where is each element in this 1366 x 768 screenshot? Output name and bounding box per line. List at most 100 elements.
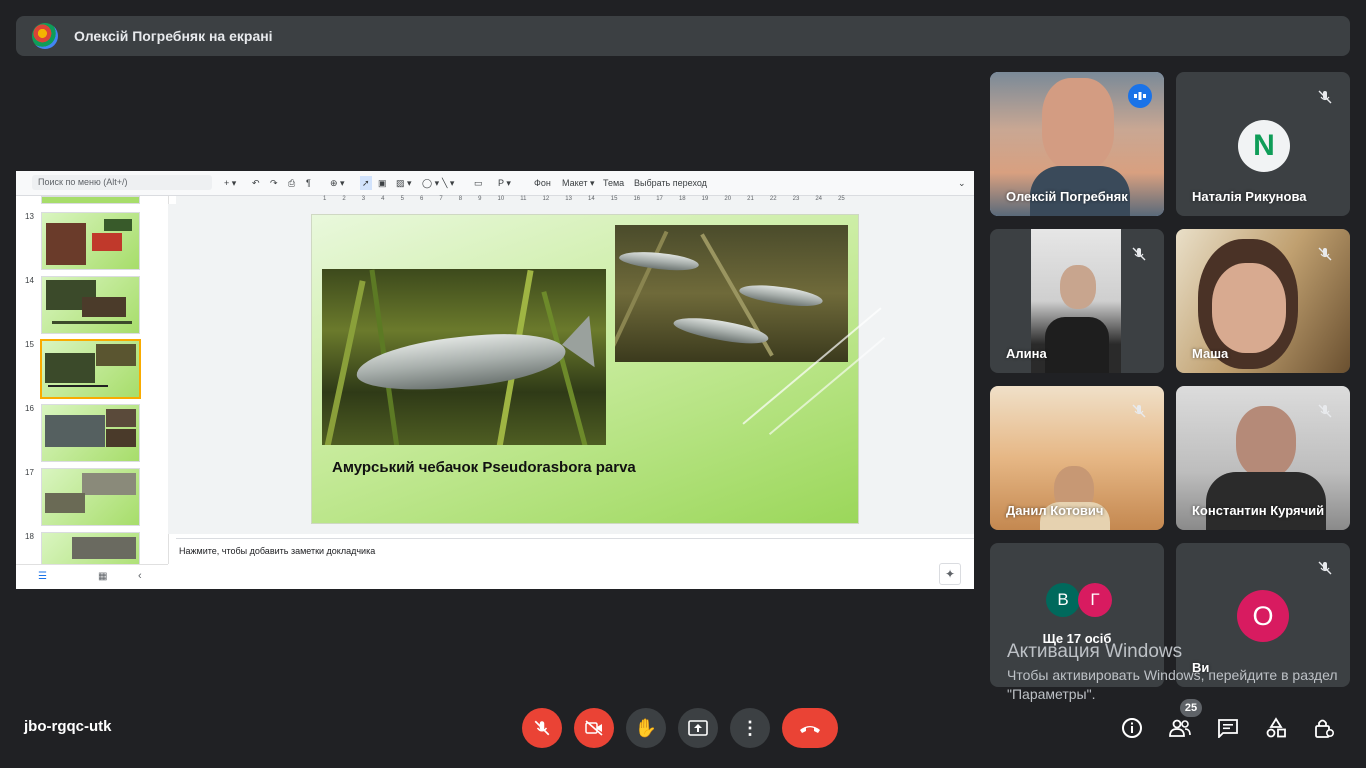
slides-toolbar: Поиск по меню (Alt+/) + ▾ ↶ ↷ ⎙ ¶ ⊕ ▾ ➚ … [16, 171, 974, 196]
text-direction-icon[interactable]: P ▾ [498, 176, 511, 190]
mic-off-icon [1314, 243, 1336, 265]
present-icon [688, 720, 708, 736]
people-button[interactable] [1166, 714, 1194, 742]
slide-caption[interactable]: Амурський чебачок Pseudorasbora parva [332, 459, 636, 476]
ruler-tick: 24 [815, 196, 823, 202]
more-vert-icon: ⋮ [741, 718, 759, 738]
ruler-tick: 19 [701, 196, 709, 202]
ruler-tick: 4 [381, 196, 385, 202]
lock-person-icon [1315, 719, 1335, 738]
camera-toggle-button[interactable] [574, 708, 614, 748]
thumb-number: 16 [25, 404, 34, 413]
participant-avatar: N [1238, 120, 1290, 172]
mic-off-icon [1128, 400, 1150, 422]
thumb-number: 15 [25, 340, 34, 349]
ruler-tick: 2 [342, 196, 346, 202]
participant-tile[interactable]: N Наталія Рикунова [1176, 72, 1350, 216]
mic-off-icon [1314, 557, 1336, 579]
shared-screen[interactable]: Поиск по меню (Alt+/) + ▾ ↶ ↷ ⎙ ¶ ⊕ ▾ ➚ … [16, 171, 974, 589]
grid-view-icon[interactable]: ▦ [98, 571, 107, 582]
layout-button[interactable]: Макет ▾ [562, 176, 595, 190]
present-screen-button[interactable] [678, 708, 718, 748]
chat-icon [1218, 719, 1238, 738]
ruler-tick: 17 [656, 196, 663, 202]
image-icon[interactable]: ▨ ▾ [396, 176, 412, 190]
slide[interactable]: Амурський чебачок Pseudorasbora parva [311, 214, 886, 524]
ruler-tick: 22 [769, 196, 777, 202]
participant-tile[interactable]: Маша [1176, 229, 1350, 373]
background-button[interactable]: Фон [534, 176, 551, 190]
slide-thumbnail[interactable] [41, 404, 140, 462]
mic-off-icon [1314, 400, 1336, 422]
ruler-tick: 14 [588, 196, 595, 202]
activities-icon [1266, 717, 1286, 738]
ruler-tick: 21 [747, 196, 754, 202]
camera-off-icon [585, 720, 603, 736]
select-tool-icon[interactable]: ➚ [360, 176, 372, 190]
mic-off-icon [534, 720, 550, 736]
ruler-tick: 11 [520, 196, 527, 202]
activation-text: Чтобы активировать Windows, перейдите в … [1007, 667, 1338, 702]
text-box-icon[interactable]: ▣ [378, 176, 387, 190]
host-controls-button[interactable] [1310, 714, 1338, 742]
participant-name: Маша [1192, 346, 1229, 361]
slide-thumbnail[interactable] [41, 276, 140, 334]
menu-search-input[interactable]: Поиск по меню (Alt+/) [32, 175, 212, 190]
slide-canvas[interactable]: Амурський чебачок Pseudorasbora parva [176, 204, 974, 534]
line-icon[interactable]: ╲ ▾ [442, 176, 454, 190]
ruler-tick: 20 [724, 196, 732, 202]
ruler-tick: 10 [497, 196, 505, 202]
ruler-tick: 12 [542, 196, 550, 202]
undo-icon[interactable]: ↶ [252, 176, 260, 190]
redo-icon[interactable]: ↷ [270, 176, 278, 190]
leave-call-button[interactable] [782, 708, 838, 748]
slide-thumbnail[interactable] [41, 532, 140, 564]
presenter-avatar [32, 23, 58, 49]
mic-toggle-button[interactable] [522, 708, 562, 748]
explore-icon[interactable]: ✦ [939, 563, 961, 585]
filmstrip-view-icon[interactable]: ☰ [38, 571, 47, 582]
collapse-filmstrip-icon[interactable]: ‹ [138, 570, 142, 582]
activities-button[interactable] [1262, 714, 1290, 742]
slide-thumbnail[interactable] [41, 468, 140, 526]
participant-tile[interactable]: Алина [990, 229, 1164, 373]
presenter-banner: Олексій Погребняк на екрані [16, 16, 1350, 56]
participant-tile[interactable]: Данил Котович [990, 386, 1164, 530]
print-icon[interactable]: ⎙ [288, 176, 295, 190]
speaking-indicator-icon [1128, 84, 1152, 108]
self-avatar: О [1237, 590, 1289, 642]
theme-button[interactable]: Тема [603, 176, 624, 190]
meeting-details-button[interactable] [1118, 714, 1146, 742]
slide-thumbnail[interactable] [41, 212, 140, 270]
speaker-notes[interactable]: Нажмите, чтобы добавить заметки докладчи… [176, 538, 974, 589]
thumb-number: 17 [25, 468, 34, 477]
new-slide-button[interactable]: + ▾ [224, 176, 236, 190]
ruler-tick: 25 [838, 196, 845, 202]
slide-filmstrip[interactable]: 13 14 15 16 17 18 [16, 196, 169, 564]
more-options-button[interactable]: ⋮ [730, 708, 770, 748]
participant-name: Олексій Погребняк [1006, 189, 1128, 204]
chat-button[interactable] [1214, 714, 1242, 742]
comment-icon[interactable]: ▭ [474, 176, 483, 190]
collapse-toolbar-icon[interactable]: ⌄ [958, 176, 966, 190]
raise-hand-button[interactable]: ✋ [626, 708, 666, 748]
shape-icon[interactable]: ◯ ▾ [422, 176, 439, 190]
zoom-icon[interactable]: ⊕ ▾ [330, 176, 345, 190]
ruler-tick: 5 [400, 196, 404, 202]
presenter-banner-text: Олексій Погребняк на екрані [74, 28, 273, 44]
transition-button[interactable]: Выбрать переход [634, 176, 707, 190]
participant-tile-speaking[interactable]: Олексій Погребняк [990, 72, 1164, 216]
meeting-code: jbo-rgqc-utk [24, 718, 112, 735]
slide-thumbnail-selected[interactable] [40, 339, 141, 399]
mic-off-icon [1314, 86, 1336, 108]
ruler-tick: 13 [565, 196, 572, 202]
thumb-number: 13 [25, 212, 34, 221]
people-icon [1169, 719, 1191, 737]
paint-format-icon[interactable]: ¶ [306, 176, 311, 190]
participant-tile[interactable]: Константин Курячий [1176, 386, 1350, 530]
hand-icon: ✋ [634, 717, 658, 738]
participant-name: Константин Курячий [1192, 503, 1325, 518]
vertical-ruler [168, 204, 176, 534]
ruler-tick: 7 [439, 196, 443, 202]
mic-off-icon [1128, 243, 1150, 265]
